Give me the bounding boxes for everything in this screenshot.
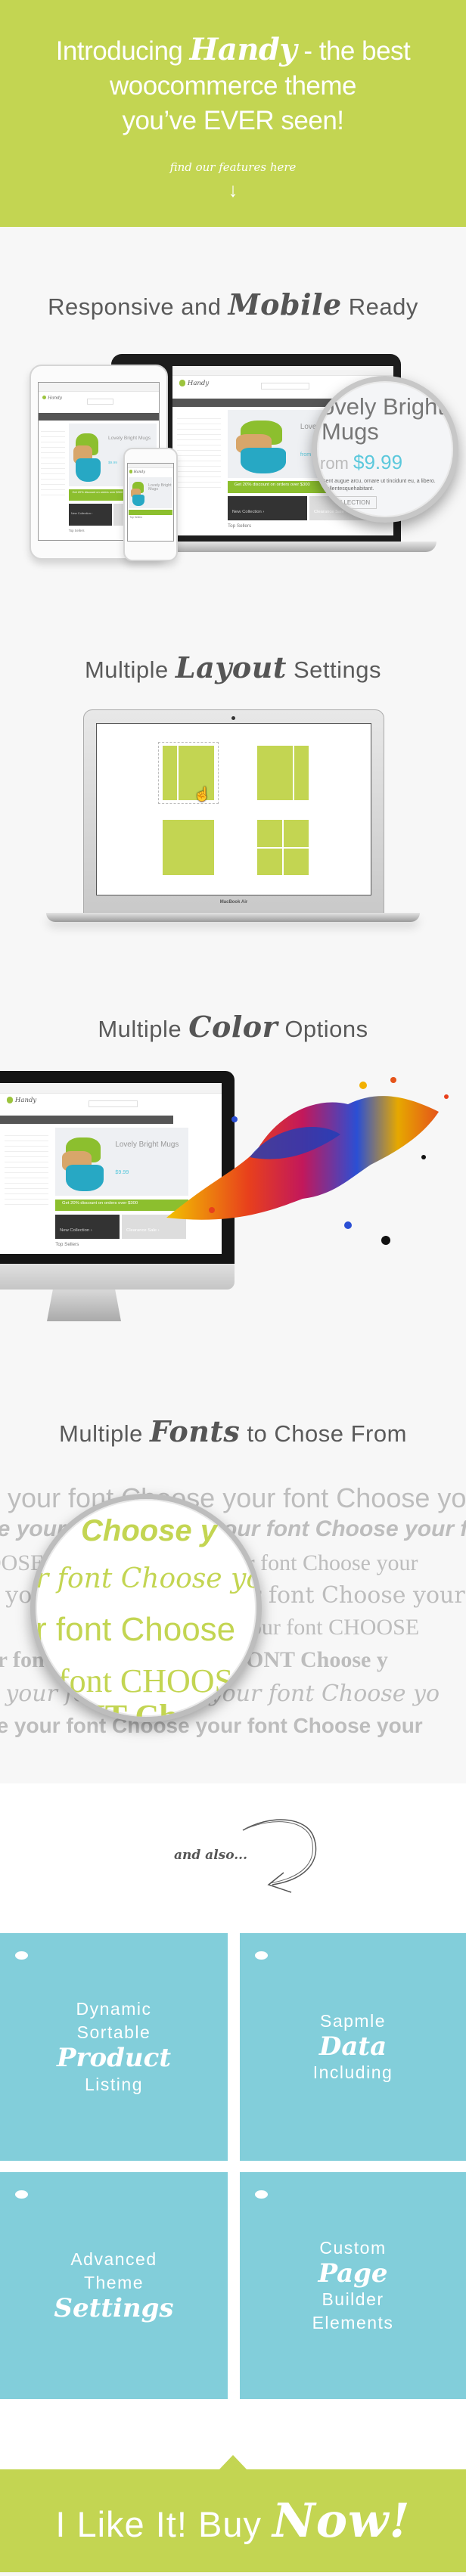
feature-tile-product-listing[interactable]: Dynamic Sortable Product Listing [0,1933,228,2161]
tile-dot [15,2190,28,2199]
magnifier-lens: ovely Bright Mugs rom $9.99 sent augue ar… [312,376,458,523]
lens-font-row: r font Choose yo [36,1563,262,1594]
lens-font-row: r font Choose [36,1611,236,1648]
feature-tile-sample-data[interactable]: Sapmle Data Including [240,1933,466,2161]
monitor-stand [47,1290,121,1321]
and-also-label: and also... [174,1848,248,1863]
heading-script-word: Layout [175,650,287,684]
font-sample-row: se your font Choose your font Choose you… [0,1714,423,1737]
lens-title: ovely Bright Mugs [322,393,444,445]
camera-dot [231,716,235,720]
tile-script-word: Page [318,2258,388,2289]
hero-title-line1: Introducing Handy - the best [0,32,466,67]
hero-intro: Introducing [55,36,183,66]
feature-tile-page-builder[interactable]: Custom Page Builder Elements [240,2172,466,2399]
heading-script-word: Color [188,1010,278,1044]
macbook-screen [96,723,371,895]
cta-script-word: Now! [272,2493,411,2548]
tile-dot [255,1951,268,1960]
color-heading: Multiple Color Options [98,1010,368,1044]
monitor-chin [0,1264,235,1290]
lens-description: sent augue arcu, ornare ut tincidunt eu,… [323,479,436,492]
responsive-heading: Responsive and Mobile Ready [48,287,418,321]
curved-arrow-icon [242,1819,317,1893]
tile-dot [15,1951,28,1960]
lens-font-row: Choose y [81,1514,218,1547]
phone-screen-mock: Handy Lovely Bright Mugs Top Sellers [127,463,174,542]
tile-script-word: Data [318,2031,387,2062]
hero-title-line3: you’ve EVER seen! [122,106,344,135]
layout-heading: Multiple Layout Settings [84,650,382,684]
device-label: MacBook Air [219,900,248,905]
lens-button: LLECTION [334,496,377,509]
tile-script-word: Settings [54,2293,174,2324]
layout-option-right-sidebar[interactable] [257,746,293,800]
font-sample-row: e your font Choose your font Choose your… [0,1482,466,1513]
tile-script-word: Product [56,2043,172,2074]
hero-title-line2: woocommerce theme [109,71,357,101]
arrow-down-icon: ↓ [228,178,238,201]
hero-banner: Introducing Handy - the best woocommerce… [0,0,466,227]
font-magnifier-lens: Choose y r font Choose yo r font Choose … [30,1494,262,1722]
layout-option-full-width[interactable] [163,820,214,875]
feature-tile-theme-settings[interactable]: Advanced Theme Settings [0,2172,228,2399]
macbook-base [46,913,420,922]
hand-cursor-icon: ☝ [194,787,211,802]
lens-font-row: font CHOOS [58,1662,234,1699]
buy-now-button[interactable]: I Like It! Buy Now! [0,2469,466,2572]
brand-name: Handy [189,32,297,67]
lens-price: rom $9.99 [320,451,403,473]
hero-rest: - the best [303,36,411,66]
features-hint[interactable]: find our features here [0,160,466,174]
fonts-heading: Multiple Fonts to Chose From [59,1414,407,1448]
layout-option-right-sidebar-side[interactable] [294,746,309,800]
paint-splash [166,1077,449,1245]
heading-script-word: Fonts [149,1414,241,1448]
tile-dot [255,2190,268,2199]
heading-script-word: Mobile [228,287,342,321]
